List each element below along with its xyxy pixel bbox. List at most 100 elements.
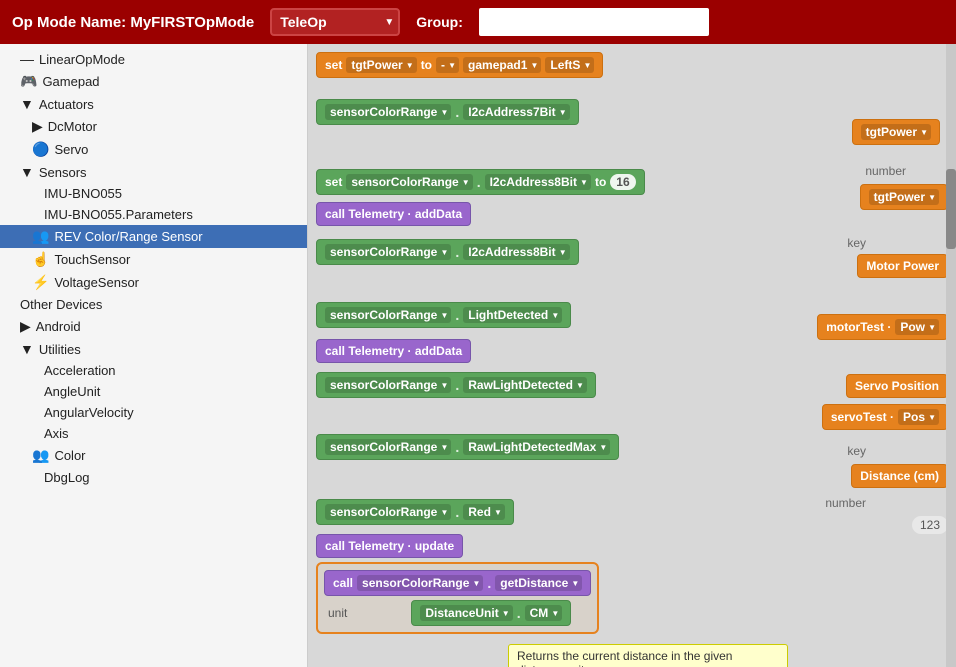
leftS-dropdown[interactable]: LeftS [545,57,594,73]
sensor-dd-1[interactable]: sensorColorRange [325,104,451,120]
sidebar: — LinearOpMode 🎮 Gamepad ▼ Actuators ▶ D… [0,44,308,667]
tgt-power-dropdown[interactable]: tgtPower [346,57,416,73]
number-label-right: number [865,164,906,178]
sidebar-item-imu-params[interactable]: IMU-BNO055.Parameters [0,204,307,225]
sidebar-label: Gamepad [42,74,99,89]
block-sensor-i2c8[interactable]: sensorColorRange . I2cAddress8Bit [316,239,579,265]
motor-test-dd[interactable]: Pow [895,319,939,335]
sidebar-item-servo[interactable]: 🔵 Servo [0,138,307,161]
canvas-area[interactable]: set tgtPower to - gamepad1 LeftS sensorC… [308,44,956,667]
dot-8: . [517,605,521,621]
tgt-power-right-dd[interactable]: tgtPower [861,124,931,140]
sidebar-item-voltage-sensor[interactable]: ⚡ VoltageSensor [0,271,307,294]
sidebar-label: Sensors [39,165,87,180]
servo-icon: 🔵 [32,141,49,158]
call-get-distance-wrapper: call sensorColorRange . getDistance unit… [316,562,599,634]
i2c8-set-dd[interactable]: I2cAddress8Bit [485,174,591,190]
right-number-label: number [865,164,906,178]
block-motor-power[interactable]: Motor Power [857,254,948,278]
sidebar-item-linear-op-mode[interactable]: — LinearOpMode [0,48,307,70]
to-text: to [595,175,606,189]
get-distance-dd[interactable]: getDistance [495,575,582,591]
block-call-telemetry[interactable]: call Telemetry · addData [316,202,471,226]
block-red-row: sensorColorRange . Red [316,499,514,525]
sidebar-item-axis[interactable]: Axis [0,423,307,444]
block-set-i2c8[interactable]: set sensorColorRange . I2cAddress8Bit to… [316,169,645,195]
sidebar-item-dcmotor[interactable]: ▶ DcMotor [0,115,307,138]
gamepad-icon: 🎮 [20,73,37,90]
sidebar-label: Actuators [39,97,94,112]
raw-light-max-dd[interactable]: RawLightDetectedMax [463,439,610,455]
group-input[interactable] [479,8,709,36]
i2c8-dd[interactable]: I2cAddress8Bit [463,244,569,260]
sidebar-item-angular-velocity[interactable]: AngularVelocity [0,402,307,423]
dot-1: . [455,104,459,120]
right-servo-position: Servo Position [846,374,948,398]
sidebar-item-utilities[interactable]: ▼ Utilities [0,338,307,360]
cm-dd[interactable]: CM [525,605,563,621]
sidebar-label: AngleUnit [44,384,100,399]
block-call-get-distance[interactable]: call sensorColorRange . getDistance [324,570,591,596]
utilities-collapse-icon: ▼ [20,341,34,357]
distance-unit-dd[interactable]: DistanceUnit [420,605,512,621]
sidebar-item-dbg-log[interactable]: DbgLog [0,467,307,488]
sidebar-item-rev-color[interactable]: 👥 REV Color/Range Sensor [0,225,307,248]
block-servo-position[interactable]: Servo Position [846,374,948,398]
sensor-dd-6[interactable]: sensorColorRange [325,504,451,520]
tgt-power-right-dd-2[interactable]: tgtPower [869,189,939,205]
block-red[interactable]: sensorColorRange . Red [316,499,514,525]
sensor-dd-7[interactable]: sensorColorRange [357,575,483,591]
red-dd[interactable]: Red [463,504,505,520]
right-tgt-power-2: tgtPower [860,184,948,210]
sidebar-item-other-devices[interactable]: Other Devices [0,294,307,315]
op-mode-select[interactable]: TeleOp Autonomous [270,8,400,36]
block-call-telemetry2-row: call Telemetry · addData [316,339,471,363]
block-motor-test[interactable]: motorTest · Pow [817,314,948,340]
sidebar-item-actuators[interactable]: ▼ Actuators [0,93,307,115]
minus-dropdown[interactable]: - [436,57,459,73]
sensor-dd-3[interactable]: sensorColorRange [325,307,451,323]
block-call-telemetry2[interactable]: call Telemetry · addData [316,339,471,363]
sidebar-item-acceleration[interactable]: Acceleration [0,360,307,381]
sensor-dd-set[interactable]: sensorColorRange [346,174,472,190]
key-label-right: key [847,236,866,250]
block-raw-light[interactable]: sensorColorRange . RawLightDetected [316,372,596,398]
sidebar-item-angle-unit[interactable]: AngleUnit [0,381,307,402]
servo-test-dd[interactable]: Pos [898,409,939,425]
canvas-scrollbar-thumb[interactable] [946,169,956,249]
value-16[interactable]: 16 [610,174,635,190]
right-distance: Distance (cm) [851,464,948,488]
sidebar-item-gamepad[interactable]: 🎮 Gamepad [0,70,307,93]
unit-label: unit [328,606,347,620]
sidebar-item-sensors[interactable]: ▼ Sensors [0,161,307,183]
sidebar-item-android[interactable]: ▶ Android [0,315,307,338]
block-call-telemetry3[interactable]: call Telemetry · update [316,534,463,558]
app-header: Op Mode Name: MyFIRSTOpMode TeleOp Auton… [0,0,956,44]
sidebar-item-color[interactable]: 👥 Color [0,444,307,467]
main-layout: — LinearOpMode 🎮 Gamepad ▼ Actuators ▶ D… [0,44,956,667]
dot-5: . [455,439,459,455]
raw-light-dd[interactable]: RawLightDetected [463,377,587,393]
sensor-dd-5[interactable]: sensorColorRange [325,439,451,455]
block-distance[interactable]: Distance (cm) [851,464,948,488]
canvas-scrollbar[interactable] [946,44,956,667]
sidebar-item-touch-sensor[interactable]: ☝ TouchSensor [0,248,307,271]
block-sensor-i2c7[interactable]: sensorColorRange . I2cAddress7Bit [316,99,579,125]
op-mode-select-wrapper[interactable]: TeleOp Autonomous ▼ [270,8,400,36]
block-distance-unit[interactable]: DistanceUnit . CM [411,600,571,626]
dash-icon: — [20,51,34,67]
i2c7-dd[interactable]: I2cAddress7Bit [463,104,569,120]
sidebar-item-imu[interactable]: IMU-BNO055 [0,183,307,204]
light-dd[interactable]: LightDetected [463,307,562,323]
gamepad1-dropdown[interactable]: gamepad1 [463,57,541,73]
block-light-detected[interactable]: sensorColorRange . LightDetected [316,302,571,328]
block-tgt-power-right[interactable]: tgtPower [852,119,940,145]
sensor-dd-4[interactable]: sensorColorRange [325,377,451,393]
block-raw-light-max[interactable]: sensorColorRange . RawLightDetectedMax [316,434,619,460]
sidebar-label: AngularVelocity [44,405,134,420]
block-tgt-power-right-2[interactable]: tgtPower [860,184,948,210]
sensor-dd-2[interactable]: sensorColorRange [325,244,451,260]
block-set-tgt-power[interactable]: set tgtPower to - gamepad1 LeftS [316,52,603,78]
block-123[interactable]: 123 [912,516,948,534]
block-servo-test[interactable]: servoTest · Pos [822,404,948,430]
